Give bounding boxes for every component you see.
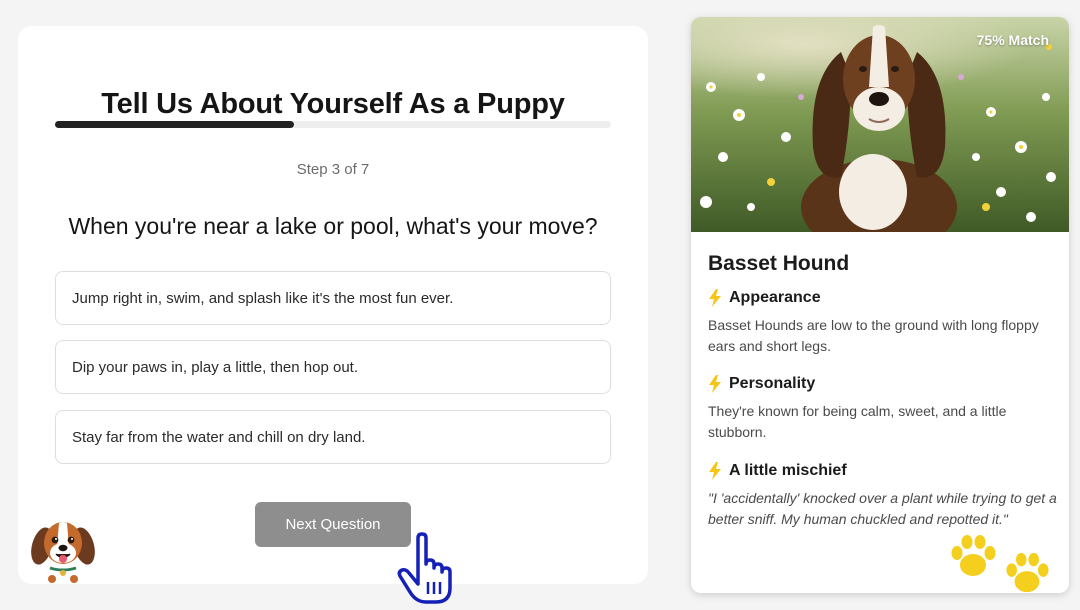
mischief-heading: A little mischief bbox=[708, 462, 847, 480]
personality-text: They're known for being calm, sweet, and… bbox=[708, 403, 1007, 440]
paw-print-icon bbox=[949, 533, 997, 579]
mischief-heading-label: A little mischief bbox=[729, 462, 847, 479]
appearance-text: Basset Hounds are low to the ground with… bbox=[708, 317, 1039, 354]
personality-heading-label: Personality bbox=[729, 375, 816, 392]
progress-bar-fill bbox=[55, 121, 295, 128]
match-badge: 75% Match bbox=[976, 32, 1049, 48]
answer-option-label: Dip your paws in, play a little, then ho… bbox=[72, 358, 358, 376]
appearance-heading: Appearance bbox=[708, 289, 821, 307]
answer-option-1[interactable]: Jump right in, swim, and splash like it'… bbox=[55, 271, 611, 325]
beagle-puppy-icon bbox=[28, 513, 98, 583]
next-question-button[interactable]: Next Question bbox=[255, 502, 411, 547]
answer-option-2[interactable]: Dip your paws in, play a little, then ho… bbox=[55, 340, 611, 394]
quiz-card: Tell Us About Yourself As a Puppy Step 3… bbox=[18, 26, 648, 584]
breed-name: Basset Hound bbox=[708, 252, 850, 275]
answer-option-3[interactable]: Stay far from the water and chill on dry… bbox=[55, 410, 611, 464]
question-text: When you're near a lake or pool, what's … bbox=[68, 213, 598, 239]
answer-option-label: Jump right in, swim, and splash like it'… bbox=[72, 289, 454, 307]
lightning-bolt-icon bbox=[708, 375, 722, 393]
paw-print-icon bbox=[1004, 551, 1050, 593]
answer-option-label: Stay far from the water and chill on dry… bbox=[72, 428, 366, 446]
basset-hound-photo: 75% Match bbox=[691, 17, 1069, 232]
breed-result-card: 75% Match Basset Hound Appearance Basset… bbox=[691, 17, 1069, 593]
personality-heading: Personality bbox=[708, 375, 815, 393]
lightning-bolt-icon bbox=[708, 289, 722, 307]
appearance-heading-label: Appearance bbox=[729, 289, 821, 306]
mischief-quote: "I 'accidentally' knocked over a plant w… bbox=[708, 490, 1057, 527]
step-indicator: Step 3 of 7 bbox=[296, 161, 370, 178]
quiz-title: Tell Us About Yourself As a Puppy bbox=[101, 88, 565, 120]
next-question-label: Next Question bbox=[285, 516, 381, 533]
progress-bar bbox=[55, 121, 611, 128]
pointing-hand-cursor-icon bbox=[396, 532, 464, 606]
lightning-bolt-icon bbox=[708, 462, 722, 480]
